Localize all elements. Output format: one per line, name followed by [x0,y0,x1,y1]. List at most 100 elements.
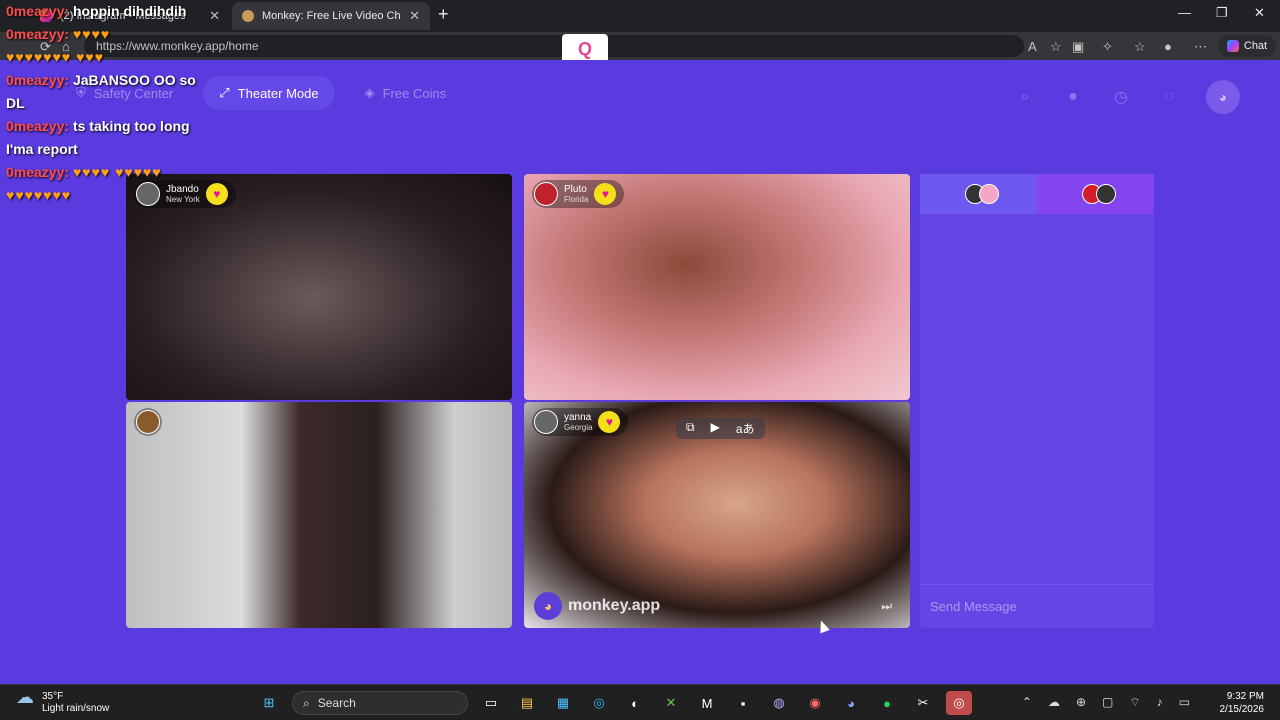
video-grid: Jbando New York ♥ Pluto Florida ♥ yanna … [126,174,910,628]
video-controls: ⧉ ▶ aあ [676,418,765,439]
watermark: ◕ monkey.app [534,592,660,620]
heart-icon[interactable]: ♥ [598,411,621,433]
free-coins-button[interactable]: ◈ Free Coins [349,76,463,110]
chat-text: hoppin dihdihdih [72,3,187,19]
chat-line: 0meazyy: JaBANSOO OO so DL [6,69,206,115]
steam-icon[interactable]: ◐ [622,691,648,715]
emoji-row: ♥♥♥♥ [72,26,111,42]
read-aloud-icon[interactable]: A [1028,39,1037,54]
microphone-icon[interactable]: ⊕ [1076,695,1086,710]
app-icon[interactable]: ▪ [730,691,756,715]
system-tray: ⌃ ☁ ⊕ ▢ ⌔ ♪ ▭ [1022,695,1190,710]
monkey-logo-icon: ◕ [534,592,562,620]
wifi-icon[interactable]: ⌔ [1129,695,1140,710]
chat-line: ♥♥♥♥♥♥♥ ♥♥♥ [6,46,206,69]
video-tile[interactable]: Pluto Florida ♥ [524,174,910,400]
task-view-icon[interactable]: ▭ [478,691,504,715]
messages-icon[interactable]: ◌ [1158,86,1180,108]
display-icon[interactable]: ▢ [1102,695,1113,710]
chevron-up-icon[interactable]: ⌃ [1022,695,1032,710]
volume-icon[interactable]: ♪ [1157,695,1163,710]
spotify-icon[interactable]: ● [874,691,900,715]
coins-label: Free Coins [382,85,447,101]
capcut-icon[interactable]: M [694,691,720,715]
translate-icon[interactable]: aあ [736,420,755,437]
copilot-icon [1226,40,1239,52]
favorites-icon[interactable]: ☆ [1134,39,1146,55]
chat-line: 0meazyy: hoppin dihdihdih [6,0,206,23]
battery-icon[interactable]: ▭ [1179,695,1190,710]
address-bar[interactable]: https://www.monkey.app/home [84,35,1024,57]
chat-username: 0meazyy: [6,72,70,88]
avatar [136,410,160,434]
theater-label: Theater Mode [237,85,319,101]
user-badge[interactable]: Pluto Florida ♥ [532,180,625,208]
onedrive-icon[interactable]: ☁ [1048,695,1060,710]
temperature: 35°F [42,691,64,702]
chat-panel: Send Message [920,174,1154,628]
user-location: Georgia [564,422,593,432]
coin-icon: ◈ [364,85,375,100]
video-tile-self[interactable] [126,402,512,628]
user-badge[interactable] [134,408,162,436]
camera-icon[interactable]: ▣ [1072,39,1084,55]
search-icon[interactable]: ⌕ [1014,86,1036,108]
chat-tab-pair-2[interactable] [1037,174,1154,214]
edge-icon[interactable]: ◎ [586,691,612,715]
extensions-icon[interactable]: ✧ [1102,39,1113,55]
recorder-icon[interactable]: ◉ [802,691,828,715]
windows-taskbar: ☁ 35°F Light rain/snow ⊞ ⌕ Search ▭ ▤ ▦ … [0,684,1280,720]
stream-chat-overlay: 0meazyy: hoppin dihdihdih 0meazyy: ♥♥♥♥ … [6,0,206,207]
date: 2/15/2026 [1219,704,1265,715]
user-badge[interactable]: yanna Georgia ♥ [532,408,629,436]
monkey-icon [242,10,254,22]
send-message-input[interactable]: Send Message [920,584,1154,628]
xbox-icon[interactable]: ✕ [658,691,684,715]
watermark-text: monkey.app [568,597,661,614]
chat-tab-pair-1[interactable] [920,174,1037,214]
expand-icon: ⤢ [219,85,230,100]
username: yanna [564,411,592,423]
chat-username: 0meazyy: [6,164,70,180]
pip-icon[interactable]: ⧉ [686,420,695,437]
more-icon[interactable]: ⋯ [1194,39,1207,55]
chat-line: 0meazyy: ♥♥♥♥ ♥♥♥♥♥ ♥♥♥♥♥♥♥ [6,161,206,207]
minimize-icon[interactable]: — [1178,5,1191,20]
search-label: Search [317,696,356,710]
start-icon[interactable]: ⊞ [256,691,282,715]
history-icon[interactable]: ◷ [1110,86,1132,108]
copilot-chat-button[interactable]: Chat [1218,35,1276,57]
avatar [534,410,558,434]
taskbar-apps: ⊞ ⌕ Search ▭ ▤ ▦ ◎ ◐ ✕ M ▪ ◍ ◉ ◕ ● ✂ ◎ [256,691,972,715]
store-icon[interactable]: ▦ [550,691,576,715]
discord-icon[interactable]: ◕ [838,691,864,715]
emoji-row: ♥♥♥♥♥♥♥ ♥♥♥ [6,49,105,65]
chat-username: 0meazyy: [6,26,70,42]
video-tile[interactable]: Jbando New York ♥ [126,174,512,400]
record-icon[interactable]: ▶ [711,420,720,437]
clock[interactable]: 9:32 PM 2/15/2026 [1220,690,1265,716]
taskbar-search[interactable]: ⌕ Search [292,691,468,715]
nav-icons: ⌕ ● ◷ ◌ ◕ [1014,80,1240,114]
window-close-icon[interactable]: ✕ [1254,5,1265,21]
close-icon[interactable]: ✕ [409,8,420,24]
chat-tabs [920,174,1154,214]
user-avatar[interactable]: ◕ [1206,80,1240,114]
heart-icon[interactable]: ♥ [594,183,617,205]
theater-mode-button[interactable]: ⤢ Theater Mode [203,76,335,110]
friends-icon[interactable]: ● [1062,86,1084,108]
new-tab-button[interactable]: + [438,4,449,25]
profile-icon[interactable]: ● [1164,39,1172,54]
close-icon[interactable]: ✕ [209,8,220,24]
video-tile[interactable]: yanna Georgia ♥ ⧉ ▶ aあ ◕ monkey.app ⏭ [524,402,910,628]
skip-icon[interactable]: ⏭ [881,599,892,614]
capcut-editor-icon[interactable]: ✂ [910,691,936,715]
obs-icon[interactable]: ◎ [946,691,972,715]
heart-icon[interactable]: ♥ [205,183,228,205]
maximize-icon[interactable]: ❐ [1216,5,1228,21]
tab-monkey[interactable]: Monkey: Free Live Video Chat ✕ [232,2,430,30]
chat-app-icon[interactable]: ◍ [766,691,792,715]
weather-widget[interactable]: ☁ 35°F Light rain/snow [16,688,109,715]
file-explorer-icon[interactable]: ▤ [514,691,540,715]
favorite-star-icon[interactable]: ☆ [1050,39,1062,55]
